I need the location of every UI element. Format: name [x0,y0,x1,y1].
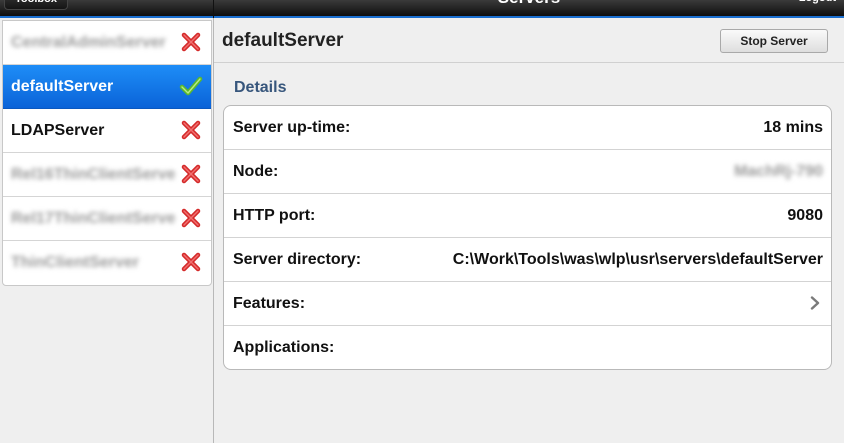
detail-label: Server up-time: [233,119,351,136]
detail-value: MachRj-790 [734,163,823,180]
stopped-x-icon [181,252,201,272]
server-name: Rel17ThinClientServer [11,210,176,227]
detail-label: Node: [233,163,279,180]
server-name: LDAPServer [11,122,105,139]
server-list-item[interactable]: Rel17ThinClientServer [3,197,211,241]
title-divider [214,62,844,63]
server-title: defaultServer [222,30,344,51]
details-section-label: Details [234,79,287,96]
detail-value: 18 mins [763,119,823,136]
stopped-x-icon [181,120,201,140]
server-list-item[interactable]: CentralAdminServer [3,21,211,65]
logout-button[interactable]: Logout [799,0,836,8]
stopped-x-icon [181,208,201,228]
server-list-item[interactable]: Rel16ThinClientServer [3,153,211,197]
detail-label: Server directory: [233,251,362,268]
sidebar: CentralAdminServer defaultServer LDAPSer… [0,18,214,443]
server-list-item[interactable]: ThinClientServer [3,241,211,285]
server-list-item[interactable]: LDAPServer [3,109,211,153]
top-toolbar: Toolbox Servers Logout [0,0,844,18]
stop-server-button[interactable]: Stop Server [720,29,828,53]
server-name: CentralAdminServer [11,34,166,51]
server-name: ThinClientServer [11,254,140,271]
detail-row-applications[interactable]: Applications: [224,326,831,369]
detail-label: Features: [233,295,306,312]
detail-label: HTTP port: [233,207,316,224]
detail-value: 9080 [787,207,823,224]
detail-row-server-directory: Server directory: C:\Work\Tools\was\wlp\… [224,238,831,282]
main-panel: defaultServer Stop Server Details Server… [214,18,844,443]
running-check-icon [179,76,203,96]
server-name: Rel16ThinClientServer [11,166,176,183]
detail-label: Applications: [233,339,335,356]
server-name: defaultServer [11,78,114,95]
stopped-x-icon [181,164,201,184]
detail-row-features[interactable]: Features: [224,282,831,326]
chevron-right-icon [810,296,820,310]
server-list-item-selected[interactable]: defaultServer [3,65,211,109]
toolbox-button[interactable]: Toolbox [4,0,68,10]
detail-row-uptime: Server up-time: 18 mins [224,106,831,150]
page-header-title: Servers [214,0,844,8]
server-list: CentralAdminServer defaultServer LDAPSer… [2,20,212,286]
detail-value: C:\Work\Tools\was\wlp\usr\servers\defaul… [452,251,823,268]
detail-row-http-port: HTTP port: 9080 [224,194,831,238]
details-list: Server up-time: 18 mins Node: MachRj-790… [223,105,832,370]
detail-row-node: Node: MachRj-790 [224,150,831,194]
stopped-x-icon [181,32,201,52]
